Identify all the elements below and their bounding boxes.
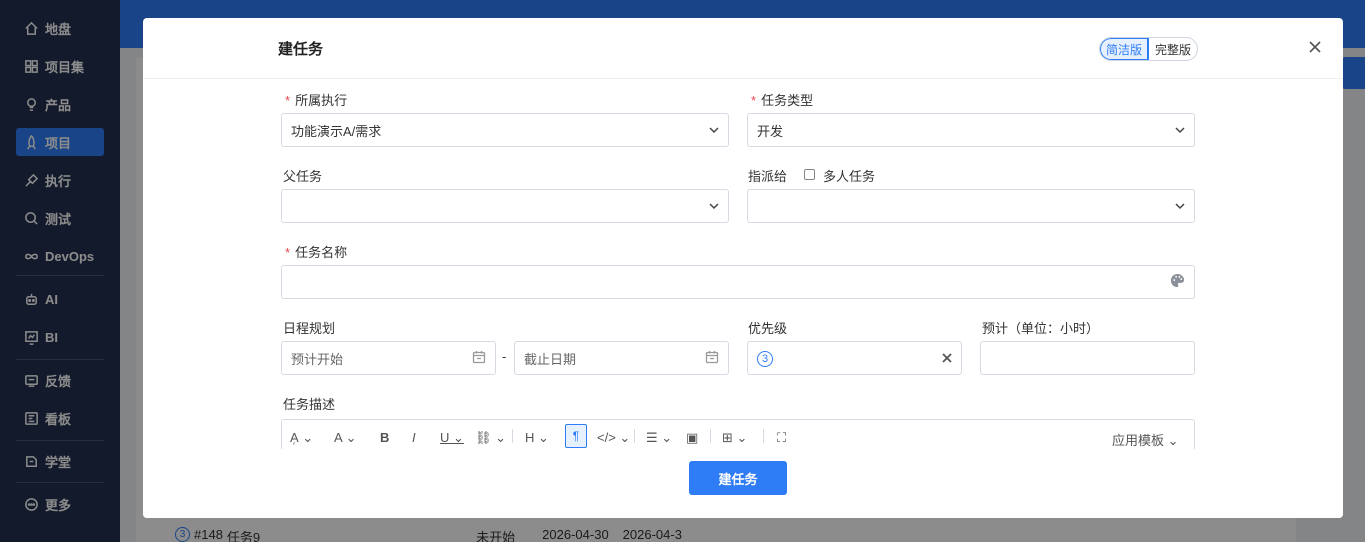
estimate-label: 预计（单位：小时）: [982, 321, 1100, 336]
task-name-input[interactable]: [281, 265, 1195, 299]
execution-label: 所属执行: [285, 90, 347, 109]
date-range-dash: -: [502, 349, 507, 364]
priority-label: 优先级: [748, 321, 788, 336]
fullscreen-icon[interactable]: ⛶: [777, 430, 786, 446]
end-date-input[interactable]: 截止日期: [514, 341, 729, 375]
italic-icon[interactable]: I: [412, 430, 416, 445]
task-name-label: 任务名称: [285, 242, 347, 261]
chevron-down-icon: [709, 123, 719, 138]
version-switch: 简洁版 完整版: [1099, 37, 1199, 61]
execution-value: 功能演示A/需求: [291, 123, 382, 139]
image-icon[interactable]: ▣: [686, 430, 698, 446]
code-icon[interactable]: </> ⌄: [597, 430, 630, 446]
calendar-icon: [472, 350, 486, 367]
description-label: 任务描述: [283, 397, 336, 412]
close-button[interactable]: [1306, 38, 1324, 56]
task-type-value: 开发: [757, 123, 784, 139]
chevron-down-icon: [1175, 123, 1185, 138]
bold-icon[interactable]: B: [380, 430, 389, 445]
assign-to-select[interactable]: [747, 189, 1195, 223]
color-palette-icon[interactable]: [1170, 273, 1185, 291]
start-date-input[interactable]: 预计开始: [281, 341, 496, 375]
parent-task-select[interactable]: [281, 189, 729, 223]
link-icon[interactable]: ⛓ ⌄: [475, 430, 506, 446]
create-task-modal: 建任务 简洁版 完整版 所属执行 功能演示A/需求 任务类型 开发 父任务 指派…: [143, 18, 1343, 518]
modal-title: 建任务: [278, 41, 324, 58]
editor-toolbar: A᷊ ⌄ A ⌄ B I U ⌄ ⛓ ⌄ H ⌄ ¶ </> ⌄ ☰ ⌄ ▣ ⊞…: [281, 419, 1195, 449]
simple-version-button[interactable]: 简洁版: [1100, 38, 1150, 60]
modal-divider: [143, 78, 1343, 79]
calendar-icon: [705, 350, 719, 367]
assign-to-label: 指派给: [748, 169, 788, 184]
multi-person-label: 多人任务: [823, 169, 876, 184]
task-type-select[interactable]: 开发: [747, 113, 1195, 147]
chevron-down-icon: [1175, 199, 1185, 214]
start-date-placeholder: 预计开始: [291, 351, 344, 367]
priority-badge: 3: [757, 350, 773, 367]
clear-icon[interactable]: [942, 351, 952, 366]
parent-task-label: 父任务: [283, 169, 323, 184]
font-color-icon[interactable]: A ⌄: [334, 430, 356, 446]
priority-select[interactable]: 3: [747, 341, 962, 375]
chevron-down-icon: [709, 199, 719, 214]
heading-icon[interactable]: H ⌄: [525, 430, 549, 446]
schedule-label: 日程规划: [283, 321, 336, 336]
apply-template-button[interactable]: 应用模板 ⌄: [1112, 430, 1179, 449]
create-task-button[interactable]: 建任务: [689, 461, 787, 495]
full-version-button[interactable]: 完整版: [1149, 38, 1197, 60]
close-icon: [1309, 41, 1321, 53]
task-type-label: 任务类型: [751, 90, 813, 109]
estimate-input[interactable]: [980, 341, 1195, 375]
end-date-placeholder: 截止日期: [524, 351, 577, 367]
font-size-icon[interactable]: A᷊ ⌄: [290, 430, 313, 446]
underline-icon[interactable]: U ⌄: [440, 430, 464, 446]
multi-person-checkbox[interactable]: [804, 169, 815, 180]
table-icon[interactable]: ⊞ ⌄: [722, 430, 747, 446]
list-icon[interactable]: ☰ ⌄: [646, 430, 672, 446]
paragraph-icon[interactable]: ¶: [565, 424, 587, 448]
execution-select[interactable]: 功能演示A/需求: [281, 113, 729, 147]
